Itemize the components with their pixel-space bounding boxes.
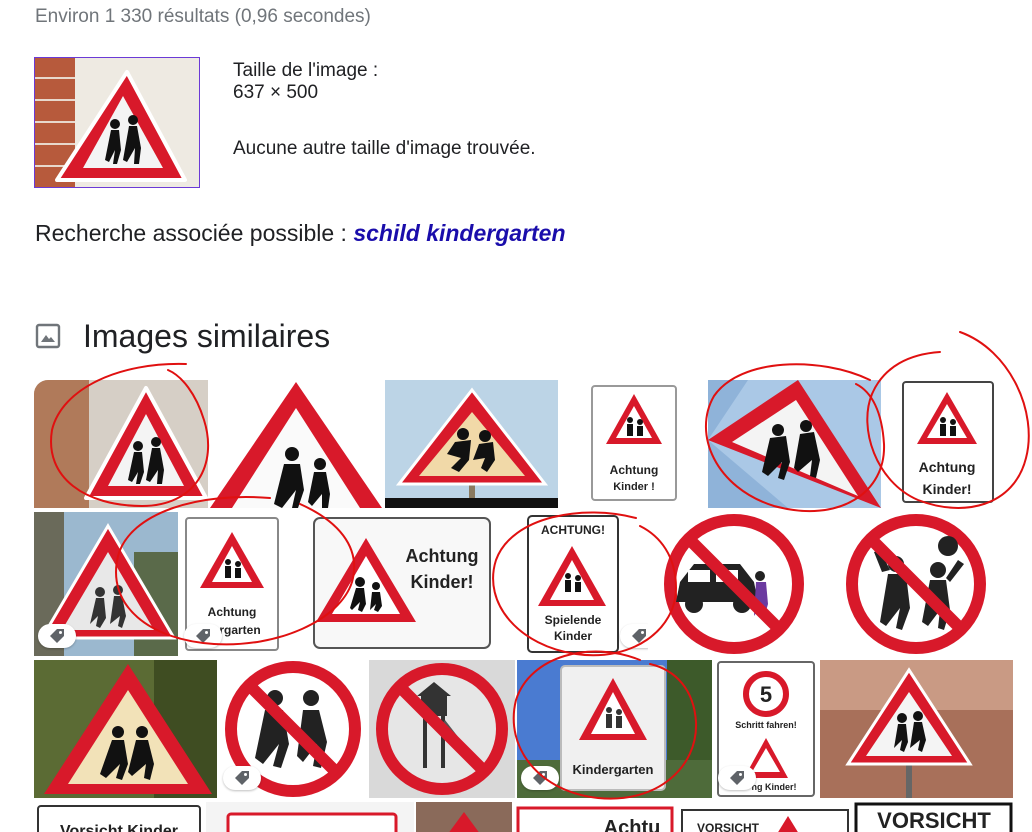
sign-text-rgarten: rgarten	[219, 623, 260, 637]
related-search-link[interactable]: schild kindergarten	[353, 220, 565, 246]
sign-text-spielende: Spielende	[545, 613, 602, 627]
image-info: Taille de l'image : 637 × 500 Aucune aut…	[233, 60, 536, 159]
product-tag-badge[interactable]	[521, 766, 559, 790]
sign-text-speed: 5	[760, 682, 772, 707]
related-search-label: Recherche associée possible :	[35, 220, 347, 246]
similar-image-tile[interactable]: Achtung Kinder!	[883, 380, 1013, 508]
vorsicht-sign-image: VORSICHT	[678, 802, 852, 832]
product-tag-badge[interactable]	[718, 766, 756, 790]
similar-image-tile[interactable]	[369, 660, 515, 798]
similar-image-tile[interactable]	[34, 660, 217, 798]
tag-icon	[50, 629, 64, 643]
image-size-label: Taille de l'image :	[233, 60, 379, 81]
similar-image-tile[interactable]: Vorsicht Kinder	[34, 802, 204, 832]
product-tag-badge[interactable]	[38, 624, 76, 648]
similar-image-tile[interactable]	[820, 512, 1013, 656]
no-car-prohibition-sign-image	[650, 512, 818, 656]
no-playing-prohibition-sign-image	[820, 512, 1013, 656]
similar-image-tile[interactable]	[820, 660, 1013, 798]
related-search: Recherche associée possible : schild kin…	[35, 220, 566, 247]
product-tag-badge[interactable]	[223, 766, 261, 790]
sign-text-kinder: Kinder!	[411, 572, 474, 592]
similar-image-tile[interactable]: 5 Schritt fahren! ng Kinder!	[714, 660, 818, 798]
vorsicht-kinder-sign-image: Vorsicht Kinder	[34, 802, 204, 832]
product-tag-badge[interactable]	[620, 624, 648, 648]
sign-text-achtung: Achtung	[406, 546, 479, 566]
no-other-sizes-text: Aucune autre taille d'image trouvée.	[233, 138, 536, 159]
tag-icon	[533, 771, 547, 785]
children-crossing-sign-image	[35, 58, 199, 187]
similar-image-tile[interactable]	[34, 512, 178, 656]
similar-image-tile[interactable]: Achtung Kinder !	[560, 380, 706, 508]
sign-text-achtung: Achtung	[919, 459, 976, 475]
sign-image	[416, 802, 512, 832]
children-warning-sign-image	[385, 380, 558, 508]
image-size-value: 637 × 500	[233, 82, 319, 103]
image-icon	[35, 323, 61, 349]
similar-images-title: Images similaires	[83, 317, 331, 354]
product-tag-badge[interactable]	[184, 624, 222, 648]
similar-image-tile[interactable]: ACHTUNG! Spielende Kinder	[500, 512, 648, 656]
similar-image-tile[interactable]	[34, 380, 208, 508]
tag-icon	[730, 771, 744, 785]
similar-image-tile[interactable]	[385, 380, 558, 508]
sign-text-achtung-caps: ACHTUNG!	[541, 523, 605, 537]
sign-text-vorsicht: VORSICHT	[877, 808, 991, 832]
similar-image-tile[interactable]: Achtung rgarten	[180, 512, 284, 656]
tag-icon	[632, 629, 646, 643]
vorsicht-sign-image: VORSICHT	[854, 802, 1013, 832]
similar-image-tile[interactable]	[219, 660, 367, 798]
achtung-kinder-sign-image: Achtung Kinder !	[560, 380, 706, 508]
achtung-sign-image: Achtu	[514, 802, 676, 832]
similar-image-tile[interactable]: Achtu	[514, 802, 676, 832]
achtung-kinder-sign-image: Achtung Kinder!	[286, 512, 498, 656]
sign-text-kinder: Kinder!	[923, 481, 972, 497]
similar-image-tile[interactable]	[650, 512, 818, 656]
similar-image-tile[interactable]	[206, 802, 414, 832]
sign-text-vorsicht-small: VORSICHT	[697, 821, 760, 832]
similar-images-header: Images similaires	[35, 316, 330, 356]
sign-text-kindergarten: Kindergarten	[573, 762, 654, 777]
similar-image-tile[interactable]	[708, 380, 881, 508]
similar-image-tile[interactable]	[210, 380, 383, 508]
children-warning-sign-image	[820, 660, 1013, 798]
similar-image-tile[interactable]: Achtung Kinder!	[286, 512, 498, 656]
sign-text-kinder: Kinder !	[613, 481, 655, 493]
sign-text-achtung: Achtung	[208, 605, 257, 619]
children-warning-sign-image	[708, 380, 881, 508]
sign-text-achtu: Achtu	[604, 817, 661, 832]
query-image-thumbnail[interactable]	[34, 57, 200, 188]
sign-text-kinder: ng Kinder!	[752, 782, 797, 792]
similar-image-tile[interactable]	[416, 802, 512, 832]
similar-image-tile[interactable]: VORSICHT	[854, 802, 1013, 832]
sign-image	[206, 802, 414, 832]
achtung-kinder-sign-image: Achtung Kinder!	[883, 380, 1013, 508]
result-stats: Environ 1 330 résultats (0,96 secondes)	[35, 6, 371, 27]
sign-text-achtung: Achtung	[610, 463, 659, 477]
children-warning-sign-image	[34, 660, 217, 798]
sign-text-kinder: Kinder	[554, 629, 592, 643]
tag-icon	[196, 629, 210, 643]
children-warning-sign-image	[34, 380, 208, 508]
sign-text-schritt: Schritt fahren!	[735, 720, 797, 730]
sign-text-vorsicht-kinder: Vorsicht Kinder	[60, 823, 178, 832]
no-playground-prohibition-sign-image	[369, 660, 515, 798]
tag-icon	[235, 771, 249, 785]
similar-image-tile[interactable]: Kindergarten	[517, 660, 712, 798]
children-warning-sign-image	[210, 380, 383, 508]
similar-image-tile[interactable]: VORSICHT	[678, 802, 852, 832]
